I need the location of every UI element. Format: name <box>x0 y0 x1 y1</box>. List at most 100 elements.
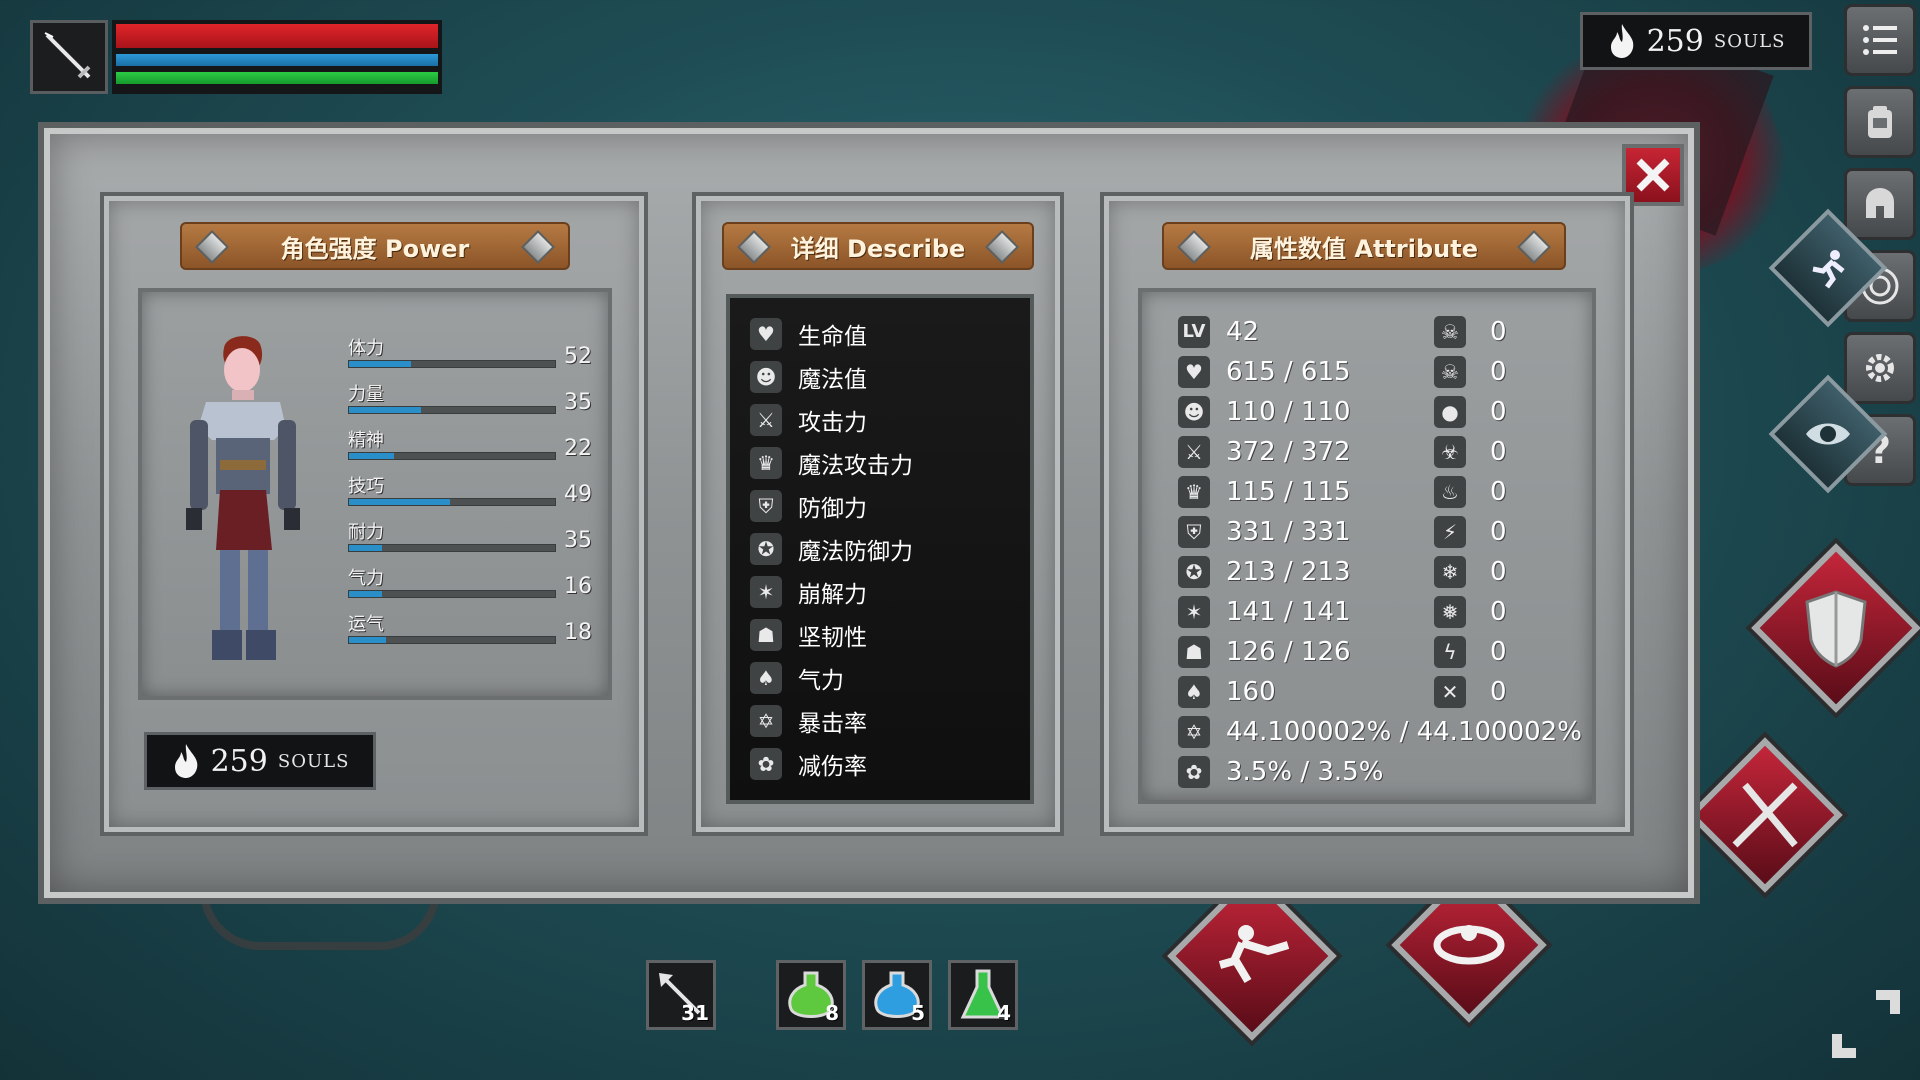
stat-strength: 力量 35 <box>348 380 598 424</box>
tab-describe[interactable]: 详细 Describe <box>722 222 1034 270</box>
quick-item-arrows[interactable]: 31 <box>646 960 716 1030</box>
stat-label: 精神 <box>348 430 384 451</box>
stat-bar-fill <box>349 499 450 505</box>
resist-lightning: ϟ0 <box>1434 634 1507 670</box>
lightning-icon: ϟ <box>1434 636 1466 668</box>
attr-value: 372 / 372 <box>1226 437 1351 467</box>
block-skill-button[interactable] <box>1751 543 1920 713</box>
health-bar <box>116 24 438 48</box>
banner-stud <box>1517 230 1551 264</box>
break-icon: ✶ <box>1178 596 1210 628</box>
banner-stud <box>521 230 555 264</box>
stat-vitality: 体力 52 <box>348 334 598 378</box>
stat-bar <box>348 498 556 506</box>
poison-skull-icon: ☠ <box>1434 316 1466 348</box>
magic-shield-icon: ✪ <box>750 533 782 565</box>
stat-value: 52 <box>564 344 592 369</box>
sword-icon: ⚔ <box>1178 436 1210 468</box>
describe-row-break: ✶ 崩解力 <box>750 574 867 610</box>
souls-count: 259 <box>1646 23 1704 59</box>
resist-value: 0 <box>1490 677 1507 707</box>
green-potion-count: 8 <box>825 1001 839 1025</box>
shield-icon: ⛨ <box>750 490 782 522</box>
quick-item-green-potion[interactable]: 8 <box>776 960 846 1030</box>
describe-label: 防御力 <box>798 496 867 522</box>
corner-brackets-icon[interactable] <box>1826 984 1906 1064</box>
quick-item-green-flask[interactable]: 4 <box>948 960 1018 1030</box>
resist-value: 0 <box>1490 437 1507 467</box>
describe-row-magic-defense: ✪ 魔法防御力 <box>750 531 913 567</box>
resist-lightning-slash: ⚡ 0 <box>1434 514 1507 550</box>
equipped-weapon-slot[interactable] <box>30 20 108 94</box>
stat-bar-fill <box>349 591 382 597</box>
stamina-bar <box>116 72 438 84</box>
attr-reduction: ✿ 3.5% / 3.5% <box>1178 754 1383 790</box>
stat-luck: 运气 18 <box>348 610 598 654</box>
heart-icon: ♥ <box>750 318 782 350</box>
attack-skill-button[interactable] <box>1687 737 1843 893</box>
green-flask-count: 4 <box>997 1001 1011 1025</box>
stat-bar <box>348 544 556 552</box>
stat-bar <box>348 636 556 644</box>
background-platform <box>200 890 440 950</box>
magic-shield-icon: ✪ <box>1178 556 1210 588</box>
attr-level: LV 42 <box>1178 314 1259 350</box>
reduce-icon: ✿ <box>750 748 782 780</box>
resist-poison: ☠ 0 <box>1434 314 1507 350</box>
describe-label: 攻击力 <box>798 410 867 436</box>
running-figure-icon <box>1812 250 1845 289</box>
arrow-count: 31 <box>681 1001 709 1025</box>
resist-fire: ♨ 0 <box>1434 474 1507 510</box>
stat-bar <box>348 452 556 460</box>
crown-icon: ♛ <box>1178 476 1210 508</box>
attr-hp: ♥ 615 / 615 <box>1178 354 1351 390</box>
resist-frost: ❄ 0 <box>1434 554 1507 590</box>
resist-value: 0 <box>1490 397 1507 427</box>
resist-toxic: ☣ 0 <box>1434 434 1507 470</box>
attr-value: 615 / 615 <box>1226 357 1351 387</box>
attr-toughness: ☗ 126 / 126 <box>1178 634 1351 670</box>
stat-bar <box>348 590 556 598</box>
spin-attack-icon <box>1433 925 1505 965</box>
stat-label: 体力 <box>348 338 384 359</box>
close-icon <box>1636 158 1670 192</box>
attr-value: 126 / 126 <box>1226 637 1351 667</box>
resist-value: 0 <box>1490 357 1507 387</box>
stat-value: 49 <box>564 482 592 507</box>
quick-item-blue-potion[interactable]: 5 <box>862 960 932 1030</box>
close-button[interactable] <box>1622 144 1684 206</box>
describe-label: 魔法攻击力 <box>798 453 913 479</box>
attr-value: 160 <box>1226 677 1276 707</box>
crossed-swords-icon <box>1732 782 1798 848</box>
tab-power[interactable]: 角色强度 Power <box>180 222 570 270</box>
flame-icon <box>174 744 197 778</box>
stat-value: 16 <box>564 574 592 599</box>
helm-icon: ☗ <box>750 619 782 651</box>
describe-row-hp: ♥ 生命值 <box>750 316 867 352</box>
stat-bar-fill <box>349 545 382 551</box>
stat-bar-fill <box>349 453 395 459</box>
sword-icon <box>44 32 91 79</box>
attr-defense: ⛨ 331 / 331 <box>1178 514 1351 550</box>
backpack-icon <box>1868 106 1892 138</box>
crit-star-icon: ✡ <box>1178 716 1210 748</box>
level-icon: LV <box>1178 316 1210 348</box>
describe-row-defense: ⛨ 防御力 <box>750 488 867 524</box>
describe-row-crit: ✡ 暴击率 <box>750 703 867 739</box>
settings-button[interactable] <box>1844 332 1916 404</box>
attr-value: 115 / 115 <box>1226 477 1351 507</box>
tab-attribute[interactable]: 属性数值 Attribute <box>1162 222 1566 270</box>
describe-label: 坚韧性 <box>798 625 867 651</box>
inventory-button[interactable] <box>1844 86 1916 158</box>
resist-value: 0 <box>1490 557 1507 587</box>
attr-magic-defense: ✪ 213 / 213 <box>1178 554 1351 590</box>
flame-icon <box>1610 24 1633 58</box>
resist-value: 0 <box>1490 517 1507 547</box>
describe-row-magic-attack: ♛ 魔法攻击力 <box>750 445 913 481</box>
attr-value: 331 / 331 <box>1226 517 1351 547</box>
resist-frost-burst: ❅ 0 <box>1434 594 1507 630</box>
stat-spirit: 精神 22 <box>348 426 598 470</box>
menu-button[interactable] <box>1844 4 1916 76</box>
menu-list-icon <box>1863 25 1897 55</box>
stat-value: 35 <box>564 390 592 415</box>
